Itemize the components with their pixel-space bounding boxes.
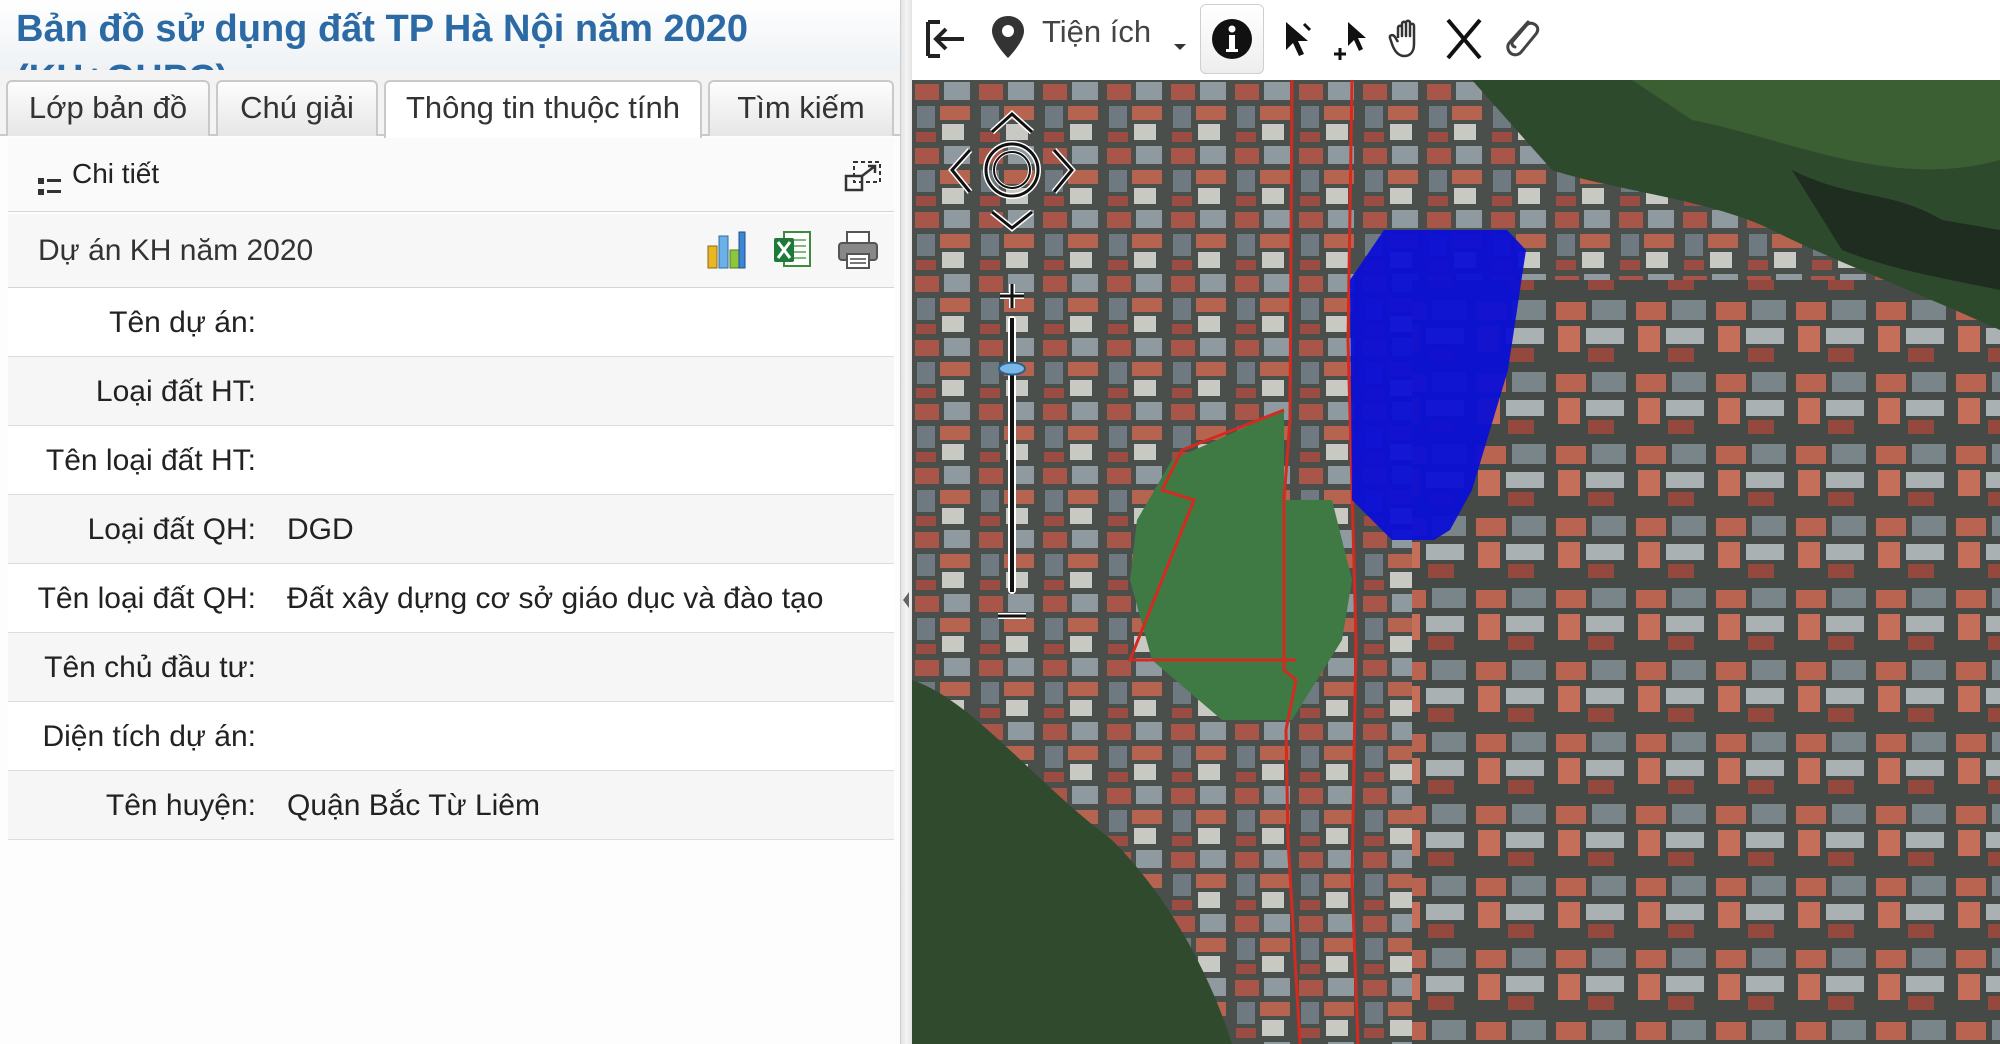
detail-header: Chi tiết	[8, 138, 894, 212]
attribute-value: Quận Bắc Từ Liêm	[287, 789, 540, 822]
attribute-key: Tên chủ đầu tư:	[44, 651, 256, 684]
attribute-key: Diện tích dự án:	[42, 720, 256, 753]
title-bar: Bản đồ sử dụng đất TP Hà Nội năm 2020 (K…	[0, 0, 900, 70]
attribute-table: Tên dự án: Loại đất HT: Tên loại đất HT:…	[8, 288, 894, 840]
print-icon[interactable]	[836, 228, 880, 272]
table-row: Loại đất HT:	[8, 357, 894, 426]
pan-hand-icon[interactable]	[1386, 8, 1432, 70]
chart-icon[interactable]	[704, 228, 748, 272]
left-panel: Bản đồ sử dụng đất TP Hà Nội năm 2020 (K…	[0, 0, 900, 1044]
clear-icon[interactable]	[1440, 8, 1488, 70]
info-icon	[1212, 19, 1252, 59]
dropdown-arrow-icon[interactable]	[1168, 8, 1192, 70]
info-button[interactable]	[1200, 4, 1264, 74]
attribute-key: Tên dự án:	[109, 306, 256, 339]
table-row: Tên huyện: Quận Bắc Từ Liêm	[8, 771, 894, 840]
list-icon	[38, 176, 64, 198]
map-toolbar: Tiện ích	[912, 0, 2000, 80]
zoom-thumb[interactable]	[998, 361, 1026, 376]
attach-icon[interactable]	[1496, 8, 1544, 70]
excel-icon[interactable]	[770, 228, 814, 272]
table-row: Tên loại đất HT:	[8, 426, 894, 495]
attribute-value: Đất xây dựng cơ sở giáo dục và đào tạo	[287, 582, 824, 615]
tab-legend[interactable]: Chú giải	[216, 80, 378, 136]
table-row: Loại đất QH: DGD	[8, 495, 894, 564]
attribute-key: Tên huyện:	[105, 789, 256, 822]
table-row: Tên chủ đầu tư:	[8, 633, 894, 702]
tab-strip: Lớp bản đồ Chú giải Thông tin thuộc tính…	[0, 70, 900, 138]
attribute-key: Loại đất QH:	[87, 513, 256, 546]
tab-attribute-info[interactable]: Thông tin thuộc tính	[384, 80, 702, 138]
zoom-in-icon[interactable]	[1000, 284, 1024, 308]
attribute-key: Tên loại đất QH:	[37, 582, 256, 615]
pan-control[interactable]	[942, 100, 1082, 240]
map-pin-icon[interactable]	[984, 8, 1032, 70]
attribute-key: Loại đất HT:	[95, 375, 256, 408]
expand-icon[interactable]	[842, 158, 884, 194]
attribute-value: DGD	[287, 513, 354, 546]
table-row: Tên loại đất QH: Đất xây dựng cơ sở giáo…	[8, 564, 894, 633]
collapse-panel-icon[interactable]	[922, 8, 970, 70]
tab-map-layers[interactable]: Lớp bản đồ	[6, 80, 210, 136]
detail-label: Chi tiết	[72, 158, 160, 189]
table-row: Diện tích dự án:	[8, 702, 894, 771]
section-bar: Dự án KH năm 2020	[8, 214, 894, 288]
page-title: Bản đồ sử dụng đất TP Hà Nội năm 2020 (K…	[16, 8, 749, 70]
map-view[interactable]	[912, 80, 2000, 1044]
panel-splitter[interactable]	[900, 0, 912, 1044]
tab-search[interactable]: Tìm kiếm	[708, 80, 894, 136]
utilities-menu[interactable]: Tiện ích	[1042, 14, 1151, 50]
add-point-icon[interactable]	[1330, 8, 1376, 70]
table-row: Tên dự án:	[8, 288, 894, 357]
select-arrow-icon[interactable]	[1274, 8, 1320, 70]
zoom-slider[interactable]	[992, 280, 1032, 630]
collapse-arrow-icon[interactable]	[900, 580, 912, 620]
section-title: Dự án KH năm 2020	[38, 234, 314, 267]
attribute-key: Tên loại đất HT:	[45, 444, 256, 477]
